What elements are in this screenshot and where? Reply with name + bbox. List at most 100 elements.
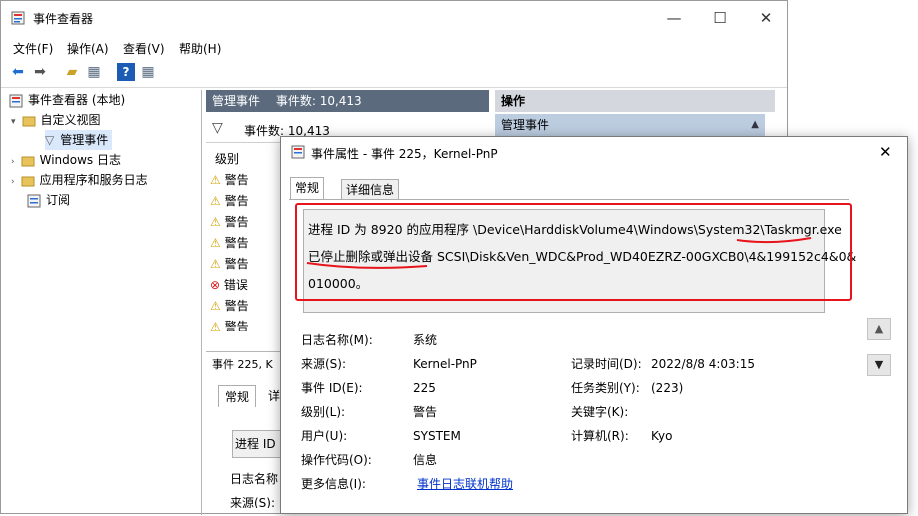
log-name-label: 日志名称(M): [301,333,373,347]
level-label: 级别(L): [301,405,346,419]
user-value: SYSTEM [413,429,461,443]
table-row[interactable]: ⚠ 警告 [210,212,249,233]
table-row[interactable]: ⚠ 警告 [210,233,249,254]
maximize-button[interactable]: ☐ [697,1,743,35]
subscription-icon [27,194,41,207]
minimize-button[interactable]: — [651,1,697,35]
folder-icon [21,156,35,166]
keywords-label: 关键字(K): [571,405,629,419]
tree-item-app-service-logs[interactable]: › 应用程序和服务日志 [11,170,148,190]
filter-icon[interactable]: ▽ [212,120,223,136]
forward-arrow-icon[interactable]: ➡ [31,63,49,81]
menu-file[interactable]: 文件(F) [13,40,53,57]
warning-icon: ⚠ [210,257,221,271]
warning-icon: ⚠ [210,320,221,331]
menu-action[interactable]: 操作(A) [67,40,109,57]
tree-item-custom-views[interactable]: ▾ 自定义视图 [11,110,101,130]
preview-tab-general[interactable]: 常规 [218,385,257,407]
warning-icon: ⚠ [210,173,221,187]
warning-icon: ⚠ [210,236,221,250]
folder-icon [21,176,35,186]
event-id-label: 事件 ID(E): [301,381,363,395]
row-level: 警告 [224,299,249,313]
collapse-icon[interactable]: ▲ [751,114,759,136]
menu-view[interactable]: 查看(V) [123,40,165,57]
table-row[interactable]: ⊗ 错误 [210,275,248,296]
preview-tab-detail[interactable]: 详 [268,387,280,404]
action-pane-icon[interactable]: ▦ [139,63,157,81]
tree-label-subscriptions: 订阅 [46,193,71,207]
row-level: 警告 [224,236,249,250]
middle-header-count: 事件数: 10,413 [275,94,362,108]
menu-bar: 文件(F) 操作(A) 查看(V) 帮助(H) [1,37,787,59]
scroll-up-icon[interactable]: ▲ [867,318,891,340]
logged-value: 2022/8/8 4:03:15 [651,357,755,371]
navigation-tree: 事件查看器 (本地) ▾ 自定义视图 ▽ 管理事件 › Windows 日志 › 应用程… [1,90,202,515]
task-value: (223) [651,381,684,395]
table-row[interactable]: ⚠ 警告 [210,296,249,317]
annotation-underlines [306,237,812,269]
title-bar: 事件查看器 — ☐ ✕ [1,1,787,35]
tree-item-subscriptions[interactable]: 订阅 [27,190,70,210]
event-id-value: 225 [413,381,436,395]
middle-header-title: 管理事件 [212,94,261,108]
event-list: 级别 ⚠ 警告 ⚠ 警告 ⚠ 警告 ⚠ 警告 ⚠ 警告 ⊗ 错误 ⚠ 警告 ⚠ … [206,146,286,336]
tree-label-app-service-logs: 应用程序和服务日志 [39,173,148,187]
task-label: 任务类别(Y): [571,381,640,395]
chevron-right-icon[interactable]: › [11,177,15,187]
window-title: 事件查看器 [33,12,94,26]
preview-title: 事件 225, K [212,358,273,371]
table-row[interactable]: ⚠ 警告 [210,254,249,275]
actions-pane-header: 操作 [495,90,775,112]
warning-icon: ⚠ [210,194,221,208]
scroll-down-icon[interactable]: ▼ [867,354,891,376]
tree-label-admin-events: 管理事件 [60,133,109,147]
actions-section-admin-events[interactable]: 管理事件 ▲ [495,114,765,136]
computer-label: 计算机(R): [571,429,629,443]
toolbar: ⬅ ➡ ▰ ▦ ? ▦ [1,59,787,88]
warning-icon: ⚠ [210,299,221,313]
column-header-level[interactable]: 级别 [215,150,239,167]
folder-icon [22,116,36,126]
error-icon: ⊗ [210,278,221,292]
help-icon[interactable]: ? [117,63,135,81]
tree-item-admin-events[interactable]: ▽ 管理事件 [45,130,113,150]
middle-pane-header: 管理事件 事件数: 10,413 [206,90,489,112]
table-row[interactable]: ⚠ 警告 [210,191,249,212]
user-label: 用户(U): [301,429,348,443]
back-arrow-icon[interactable]: ⬅ [9,63,27,81]
preview-log-name-label: 日志名称 [230,472,279,486]
event-viewer-icon [11,11,25,25]
chevron-right-icon[interactable]: › [11,157,15,167]
level-value: 警告 [413,405,438,419]
warning-icon: ⚠ [210,215,221,229]
menu-help[interactable]: 帮助(H) [179,40,221,57]
tree-item-windows-logs[interactable]: › Windows 日志 [11,150,121,170]
console-tree-icon[interactable]: ▦ [85,63,103,81]
tree-label-root: 事件查看器 (本地) [28,93,126,107]
event-properties-dialog: 事件属性 - 事件 225，Kernel-PnP ✕ 常规 详细信息 进程 ID… [280,136,908,514]
computer-value: Kyo [651,429,673,443]
more-info-link[interactable]: 事件日志联机帮助 [417,475,513,493]
row-level: 警告 [224,257,249,271]
tree-item-root[interactable]: 事件查看器 (本地) [9,90,125,110]
row-level: 警告 [224,215,249,229]
row-level: 警告 [224,194,249,208]
row-level: 错误 [223,278,248,292]
tree-label-windows-logs: Windows 日志 [39,153,121,167]
row-level: 警告 [224,173,249,187]
table-row[interactable]: ⚠ 警告 [210,170,249,191]
folder-up-icon[interactable]: ▰ [63,63,81,81]
chevron-down-icon[interactable]: ▾ [11,117,16,127]
logged-label: 记录时间(D): [571,357,642,371]
event-viewer-icon [9,94,23,107]
actions-header-label: 操作 [501,94,526,108]
event-preview-pane: 事件 225, K 常规 详 进程 ID 日志名称 来源(S): [206,351,296,516]
close-button[interactable]: ✕ [743,1,789,35]
row-level: 警告 [224,320,249,331]
table-row[interactable]: ⚠ 警告 [210,317,249,331]
tree-label-custom-views: 自定义视图 [40,113,101,127]
log-name-value: 系统 [413,333,438,347]
source-label: 来源(S): [301,357,347,371]
opcode-label: 操作代码(O): [301,453,372,467]
